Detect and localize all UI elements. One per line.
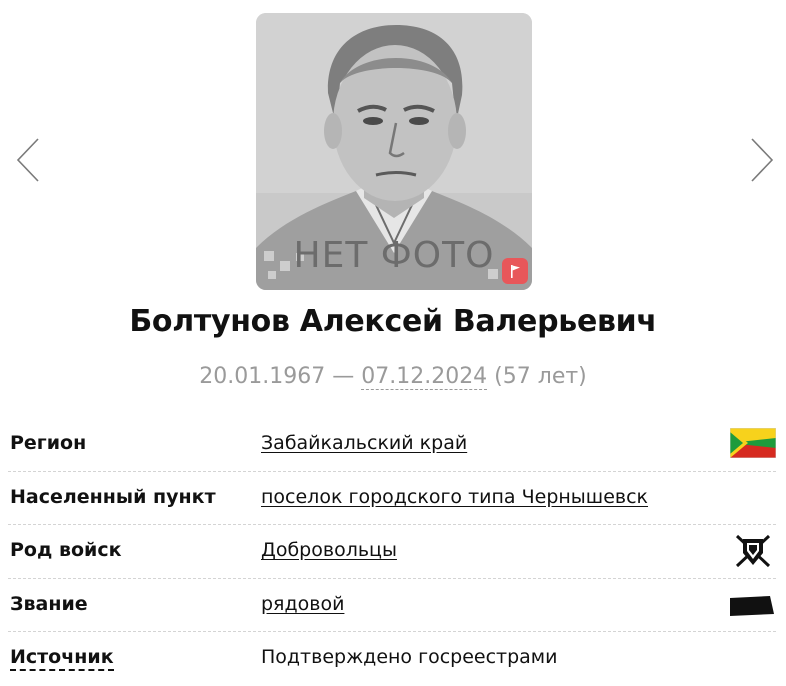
life-dates: 20.01.1967 — 07.12.2024 (57 лет) bbox=[0, 364, 786, 390]
info-row-locality: Населенный пункт поселок городского типа… bbox=[8, 472, 776, 525]
region-link[interactable]: Забайкальский край bbox=[261, 432, 467, 454]
info-row-region: Регион Забайкальский край bbox=[8, 418, 777, 472]
age-text: (57 лет) bbox=[487, 364, 587, 389]
source-value: Подтверждено госреестрами bbox=[261, 646, 558, 668]
previous-arrow-icon[interactable] bbox=[14, 135, 44, 185]
report-flag-icon[interactable] bbox=[502, 258, 528, 284]
rank-insignia-icon bbox=[730, 595, 774, 620]
info-row-rank: Звание рядовой bbox=[8, 579, 776, 632]
source-label[interactable]: Источник bbox=[10, 646, 114, 671]
branch-label: Род войск bbox=[10, 539, 122, 561]
info-row-branch: Род войск Добровольцы bbox=[8, 525, 776, 579]
branch-link[interactable]: Добровольцы bbox=[261, 539, 397, 561]
locality-link[interactable]: поселок городского типа Чернышевск bbox=[261, 486, 648, 508]
volunteers-emblem-icon bbox=[734, 533, 772, 573]
regional-flag-icon bbox=[729, 427, 777, 462]
death-date[interactable]: 07.12.2024 bbox=[361, 364, 488, 390]
no-photo-label: НЕТ ФОТО bbox=[293, 235, 495, 276]
portrait-placeholder: НЕТ ФОТО bbox=[256, 13, 532, 290]
rank-label: Звание bbox=[10, 592, 88, 615]
region-label: Регион bbox=[10, 432, 87, 454]
info-row-source: Источник Подтверждено госреестрами bbox=[8, 632, 776, 685]
birth-date: 20.01.1967 bbox=[199, 364, 326, 389]
rank-link[interactable]: рядовой bbox=[261, 593, 344, 615]
locality-label: Населенный пункт bbox=[10, 485, 216, 508]
info-table: Регион Забайкальский край Населенный пун… bbox=[8, 418, 777, 685]
next-arrow-icon[interactable] bbox=[746, 135, 776, 185]
person-name: Болтунов Алексей Валерьевич bbox=[129, 304, 657, 339]
date-separator: — bbox=[325, 364, 362, 389]
